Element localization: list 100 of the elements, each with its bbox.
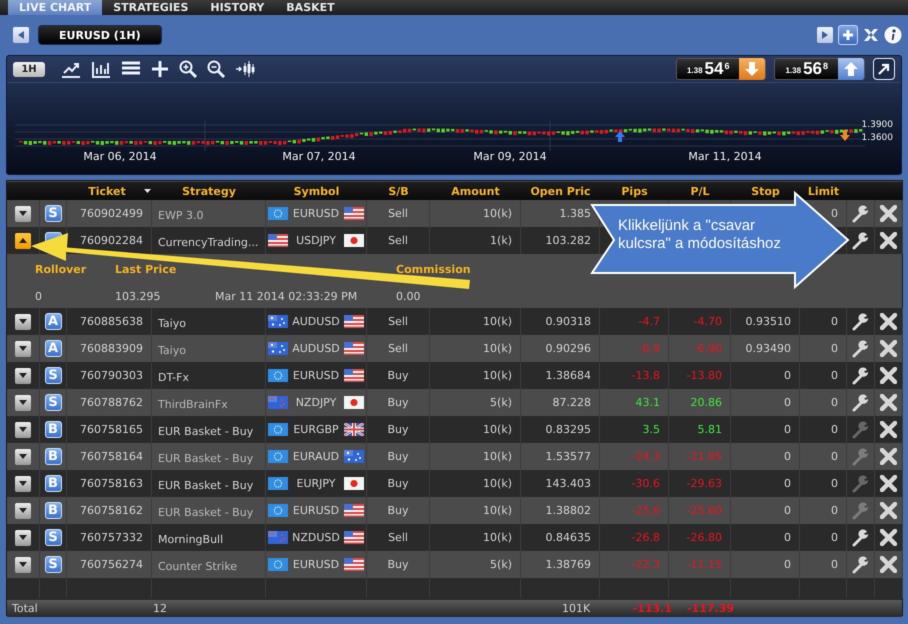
table-cell: 143.403 — [546, 477, 591, 490]
edit-button[interactable] — [852, 556, 870, 574]
wrench-icon — [852, 366, 870, 384]
table-cell: AUDUSD — [292, 342, 340, 355]
zoom-out-icon[interactable] — [207, 60, 225, 78]
close-icon[interactable] — [880, 367, 897, 384]
edit-button[interactable] — [852, 394, 870, 412]
strategy-type-badge: S — [44, 394, 62, 411]
caret-down-icon — [19, 400, 27, 405]
close-icon[interactable] — [880, 502, 897, 519]
expand-toggle[interactable] — [15, 422, 31, 438]
table-cell: 10(k) — [483, 423, 512, 436]
x-logo-icon[interactable] — [863, 28, 879, 42]
table-cell: 760790303 — [80, 369, 143, 382]
caret-down-icon — [19, 481, 27, 486]
total-cell-text: Total — [11, 602, 39, 615]
table-cell: -11.15 — [686, 558, 722, 571]
table-cell: -26.8 — [632, 531, 660, 544]
tab[interactable]: HISTORY — [199, 0, 276, 15]
wrench-icon — [852, 528, 870, 546]
expand-toggle[interactable] — [15, 206, 31, 222]
expand-toggle[interactable] — [15, 394, 31, 410]
edit-button[interactable] — [852, 340, 870, 358]
table-cell: 760758163 — [80, 477, 143, 490]
edit-button[interactable] — [852, 232, 870, 250]
add-button[interactable] — [838, 25, 858, 45]
caret-down-icon — [19, 535, 27, 540]
wrench-icon — [852, 556, 870, 574]
table-cell: Buy — [387, 450, 409, 463]
table-cell: EUR Basket - Buy — [158, 452, 254, 465]
table-cell: 10(k) — [483, 315, 512, 328]
table-cell: -6.90 — [694, 342, 722, 355]
table-cell: 0.93490 — [746, 342, 791, 355]
date-label: Mar 11, 2014 — [688, 150, 762, 163]
expand-toggle[interactable] — [15, 448, 31, 464]
strategy-type-badge: B — [44, 421, 62, 438]
expand-toggle[interactable] — [15, 502, 31, 518]
date-label: Mar 06, 2014 — [83, 150, 157, 163]
edit-button[interactable] — [852, 312, 870, 330]
table-cell: 760758165 — [80, 423, 143, 436]
timeframe-button[interactable]: 1H — [13, 62, 45, 76]
zoom-in-icon[interactable] — [179, 60, 197, 78]
expand-toggle[interactable] — [15, 556, 31, 572]
expand-toggle[interactable] — [15, 368, 31, 384]
crosshair-icon[interactable] — [151, 60, 169, 78]
column-header: Limit — [808, 184, 840, 198]
caret-down-icon — [19, 373, 27, 378]
table-cell: -30.6 — [632, 477, 660, 490]
trend-chart-icon[interactable] — [61, 60, 81, 78]
close-icon[interactable] — [880, 394, 897, 411]
table-cell: Sell — [388, 531, 408, 544]
table-cell: NZDUSD — [292, 531, 340, 544]
table-cell: Sell — [388, 342, 408, 355]
close-icon[interactable] — [880, 556, 897, 573]
close-icon[interactable] — [880, 529, 897, 546]
caret-down-icon — [19, 562, 27, 567]
column-header: Amount — [451, 184, 500, 198]
table-cell: 0.83295 — [546, 423, 591, 436]
expand-toggle[interactable] — [15, 232, 31, 248]
edit-button[interactable] — [852, 204, 870, 222]
wrench-icon — [852, 340, 870, 358]
close-icon[interactable] — [880, 205, 897, 222]
caret-down-icon — [19, 427, 27, 432]
arrow-icon — [878, 63, 890, 75]
table-cell: 0 — [831, 558, 838, 571]
tab[interactable]: STRATEGIES — [102, 0, 200, 15]
info-icon[interactable] — [884, 26, 902, 44]
close-icon[interactable] — [880, 232, 897, 249]
next-button[interactable] — [817, 27, 833, 43]
table-cell: 0 — [831, 504, 838, 517]
strategy-type-badge: A — [44, 313, 62, 330]
strategy-type-badge: B — [44, 475, 62, 492]
close-icon[interactable] — [880, 340, 897, 357]
close-icon[interactable] — [880, 313, 897, 330]
candles-icon[interactable] — [235, 60, 255, 78]
table-cell: 0 — [784, 450, 791, 463]
column-header: Strategy — [182, 184, 236, 198]
detail-value: 103.295 — [115, 290, 162, 303]
table-cell: Sell — [388, 207, 408, 220]
table-cell: EURUSD — [292, 558, 340, 571]
bar-chart-icon[interactable] — [91, 60, 111, 78]
edit-button[interactable] — [852, 366, 870, 384]
close-icon[interactable] — [880, 475, 897, 492]
expand-toggle[interactable] — [15, 340, 31, 356]
expand-toggle[interactable] — [15, 530, 31, 546]
close-icon[interactable] — [880, 421, 897, 438]
table-cell: EURJPY — [296, 477, 336, 490]
edit-button[interactable] — [852, 528, 870, 546]
symbol-tab[interactable]: EURUSD (1H) — [38, 25, 162, 45]
close-icon[interactable] — [880, 448, 897, 465]
tab[interactable]: BASKET — [275, 0, 346, 15]
expand-toggle[interactable] — [15, 476, 31, 492]
table-cell: 0 — [831, 423, 838, 436]
previous-button[interactable] — [13, 27, 29, 43]
expand-button[interactable] — [873, 58, 895, 80]
sort-icon[interactable] — [144, 189, 151, 193]
expand-toggle[interactable] — [15, 314, 31, 330]
strategy-type-badge: S — [44, 367, 62, 384]
table-cell: 10(k) — [483, 531, 512, 544]
strategy-type-badge: S — [44, 556, 62, 573]
